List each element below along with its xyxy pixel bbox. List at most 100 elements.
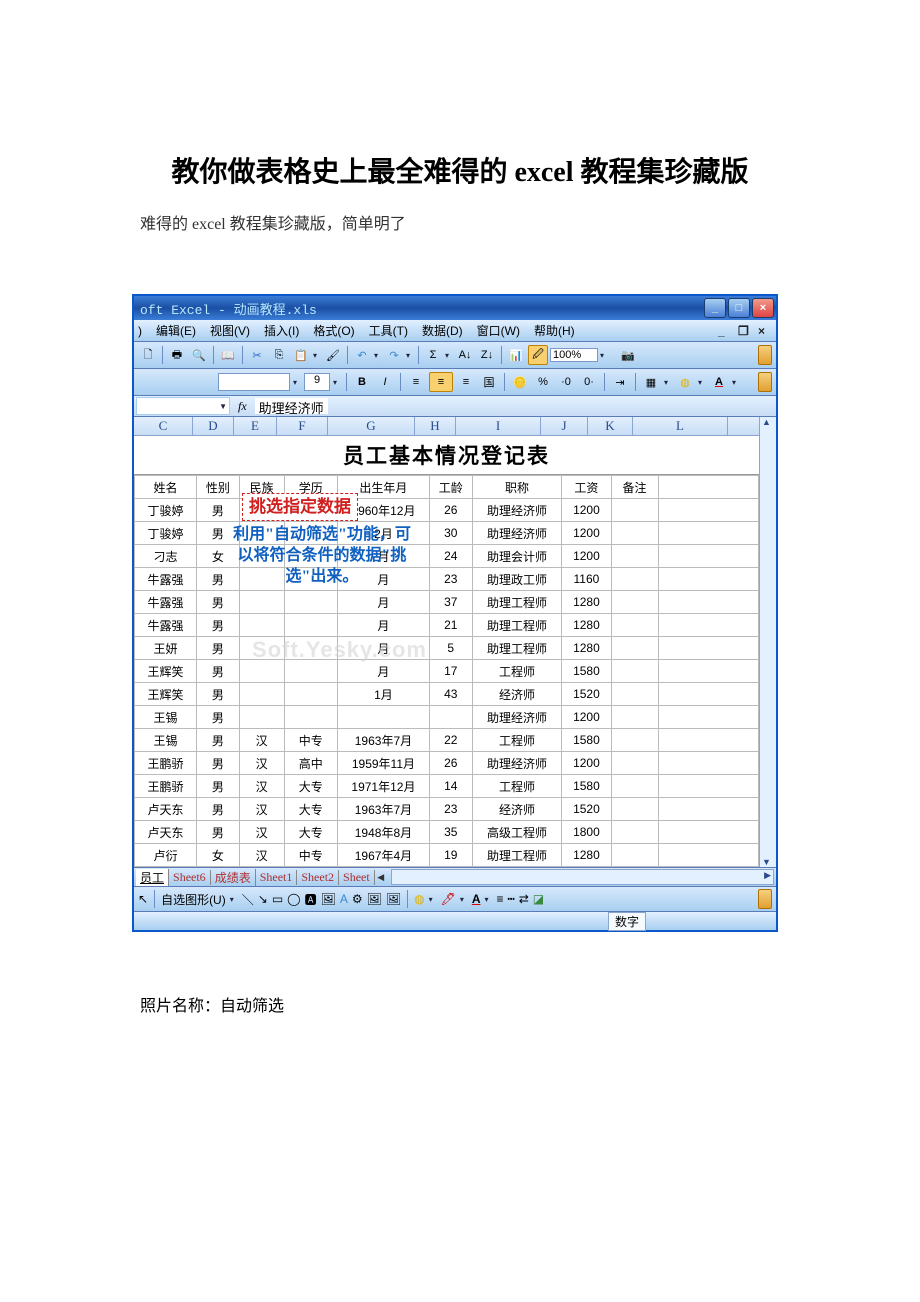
cell[interactable]: 助理工程师	[472, 844, 562, 867]
cell[interactable]: 大专	[284, 798, 337, 821]
clipart-icon[interactable]: 🖼	[367, 892, 382, 906]
align-center-icon[interactable]: ≡	[429, 372, 453, 392]
menu-format[interactable]: 格式(O)	[313, 322, 354, 339]
cell[interactable]: 丁骏婷	[135, 522, 197, 545]
fill-color-icon[interactable]: ◍	[675, 372, 695, 392]
cell[interactable]	[239, 545, 284, 568]
cell[interactable]	[611, 545, 658, 568]
cell[interactable]	[611, 568, 658, 591]
col-header-j[interactable]: J	[541, 417, 588, 435]
col-header-k[interactable]: K	[588, 417, 633, 435]
cell[interactable]: 月	[338, 614, 430, 637]
cell[interactable]: 21	[429, 614, 472, 637]
cell[interactable]: 牛露强	[135, 568, 197, 591]
new-icon[interactable]: 🗋	[138, 345, 158, 365]
cell[interactable]: 30	[429, 522, 472, 545]
formula-input[interactable]: 助理经济师	[255, 398, 328, 414]
cell[interactable]: 刁志	[135, 545, 197, 568]
font-box[interactable]	[218, 373, 290, 391]
paste-icon[interactable]: 📋	[291, 345, 311, 365]
cell[interactable]	[658, 844, 759, 867]
copy-icon[interactable]: ⎘	[269, 345, 289, 365]
cell[interactable]	[658, 545, 759, 568]
cell[interactable]	[239, 591, 284, 614]
align-right-icon[interactable]: ≡	[456, 372, 476, 392]
cell[interactable]	[611, 614, 658, 637]
cell[interactable]: 工程师	[472, 660, 562, 683]
cell[interactable]: 工程师	[472, 775, 562, 798]
line-icon[interactable]: ＼	[242, 891, 254, 908]
draw-toolbar-options-icon[interactable]	[758, 889, 772, 909]
percent-icon[interactable]: %	[533, 372, 553, 392]
rect-icon[interactable]: ▭	[272, 892, 283, 906]
table-row[interactable]: 牛露强男月37助理工程师1280	[135, 591, 759, 614]
cell[interactable]: 男	[196, 683, 239, 706]
col-header-c[interactable]: C	[134, 417, 193, 435]
cell[interactable]	[284, 614, 337, 637]
cell[interactable]: 1200	[562, 706, 611, 729]
col-header-d[interactable]: D	[193, 417, 234, 435]
horizontal-scrollbar[interactable]	[391, 869, 774, 885]
cell[interactable]: 43	[429, 683, 472, 706]
table-row[interactable]: 王鹏骄男汉大专1971年12月14工程师1580	[135, 775, 759, 798]
file-menu-partial[interactable]: )	[138, 324, 142, 338]
increase-decimal-icon[interactable]: ·0	[556, 372, 576, 392]
undo-dropdown[interactable]: ▾	[374, 351, 382, 360]
font-color-icon[interactable]: A	[709, 372, 729, 392]
diagram-icon[interactable]: ⚙	[352, 892, 363, 906]
print-icon[interactable]: 🖶	[167, 345, 187, 365]
cell[interactable]: 月	[338, 637, 430, 660]
cell[interactable]	[611, 706, 658, 729]
cell[interactable]	[284, 522, 337, 545]
line-style-icon[interactable]: ≡	[496, 892, 503, 906]
cell[interactable]	[239, 683, 284, 706]
cell[interactable]	[284, 637, 337, 660]
borders-icon[interactable]: ▦	[641, 372, 661, 392]
cell[interactable]	[658, 798, 759, 821]
cell[interactable]	[611, 683, 658, 706]
mdi-minimize[interactable]: _	[718, 324, 732, 338]
cell[interactable]	[611, 775, 658, 798]
cell[interactable]: 1580	[562, 660, 611, 683]
col-header-e[interactable]: E	[234, 417, 277, 435]
cell[interactable]: 男	[196, 775, 239, 798]
sort-asc-icon[interactable]: A↓	[455, 345, 475, 365]
cell[interactable]	[658, 568, 759, 591]
font-color-dropdown[interactable]: ▾	[732, 378, 740, 387]
cell[interactable]: 中专	[284, 729, 337, 752]
table-row[interactable]: 王鹏骄男汉高中1959年11月26助理经济师1200	[135, 752, 759, 775]
col-header-h[interactable]: H	[415, 417, 456, 435]
fill-color-dropdown[interactable]: ▾	[698, 378, 706, 387]
cell[interactable]: 男	[196, 729, 239, 752]
cell[interactable]	[284, 545, 337, 568]
redo-icon[interactable]: ↷	[384, 345, 404, 365]
cell[interactable]: 1200	[562, 752, 611, 775]
shadow-icon[interactable]: ◪	[533, 892, 544, 906]
undo-icon[interactable]: ↶	[352, 345, 372, 365]
cell[interactable]	[611, 499, 658, 522]
cell[interactable]: 汉	[239, 752, 284, 775]
cell[interactable]	[284, 591, 337, 614]
menu-view[interactable]: 视图(V)	[210, 322, 250, 339]
cell[interactable]	[658, 614, 759, 637]
cell[interactable]: 经济师	[472, 798, 562, 821]
cell[interactable]: 24	[429, 545, 472, 568]
italic-icon[interactable]: I	[375, 372, 395, 392]
cell[interactable]: 1280	[562, 591, 611, 614]
tab-1[interactable]: Sheet6	[169, 870, 211, 885]
toolbar-options-icon[interactable]	[758, 345, 772, 365]
table-row[interactable]: 卢天东男汉大专1963年7月23经济师1520	[135, 798, 759, 821]
cell[interactable]: 1200	[562, 499, 611, 522]
font-dropdown[interactable]: ▾	[293, 378, 301, 387]
cell[interactable]: 14	[429, 775, 472, 798]
cell[interactable]	[658, 729, 759, 752]
menu-window[interactable]: 窗口(W)	[477, 322, 520, 339]
table-row[interactable]: 王辉笑男1月43经济师1520	[135, 683, 759, 706]
cell[interactable]: 1959年11月	[338, 752, 430, 775]
arrow-style-icon[interactable]: ⇄	[519, 892, 529, 906]
decrease-decimal-icon[interactable]: 0·	[579, 372, 599, 392]
cell[interactable]	[284, 660, 337, 683]
menu-tools[interactable]: 工具(T)	[369, 322, 408, 339]
autoshapes-dropdown[interactable]: ▾	[230, 895, 238, 904]
cell[interactable]	[611, 752, 658, 775]
